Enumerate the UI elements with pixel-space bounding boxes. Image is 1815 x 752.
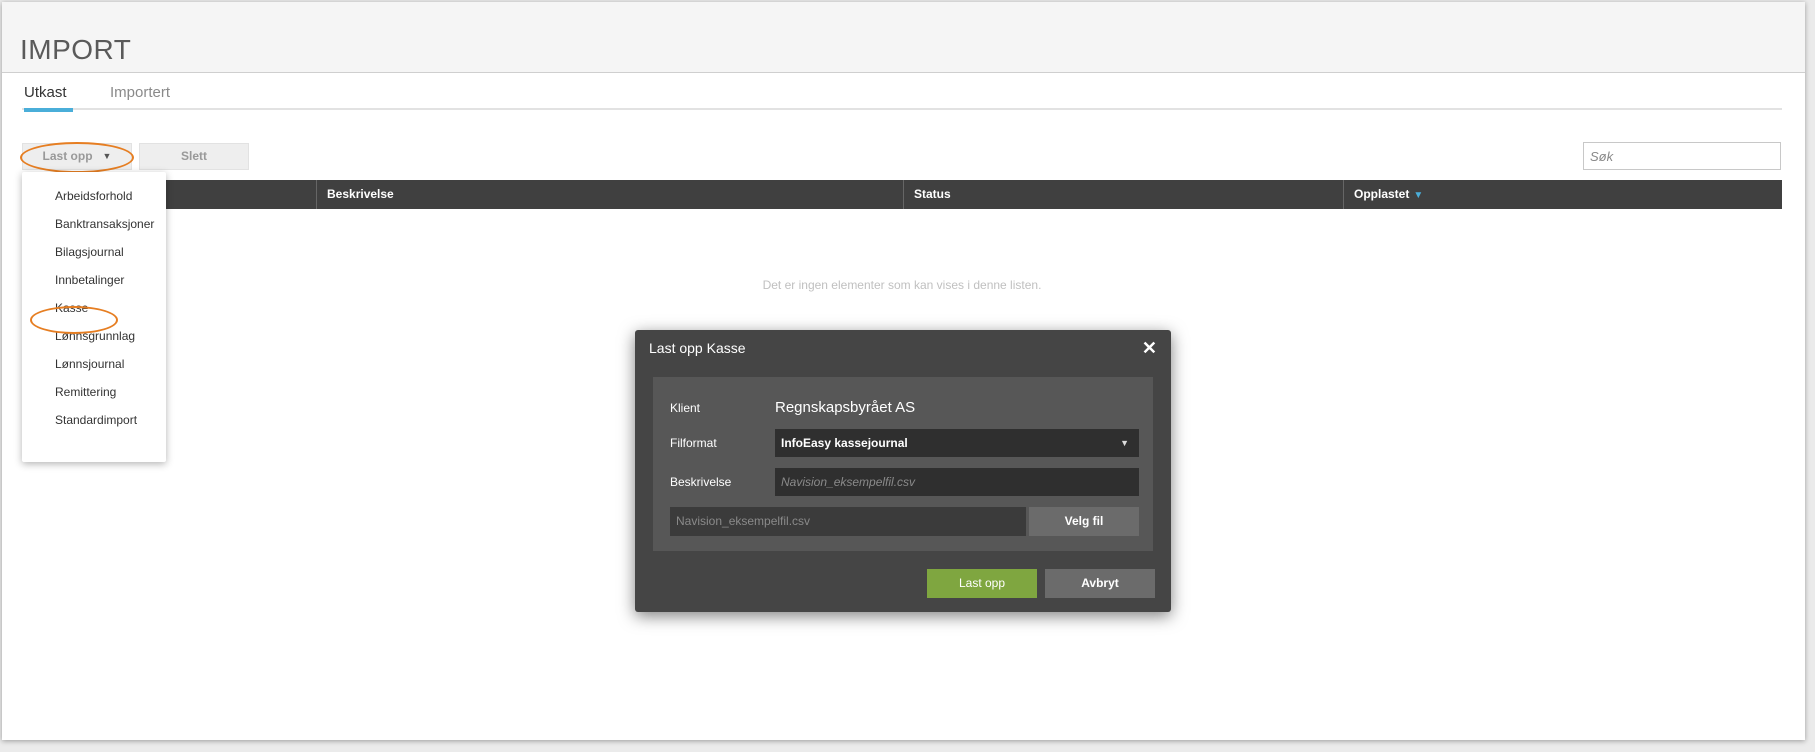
choose-file-button[interactable]: Velg fil: [1029, 507, 1139, 536]
format-select-value: InfoEasy kassejournal: [781, 436, 908, 450]
menu-item-arbeidsforhold[interactable]: Arbeidsforhold: [55, 189, 132, 203]
tab-importert[interactable]: Importert: [110, 84, 170, 101]
column-header-uploaded-label: Opplastet: [1354, 187, 1410, 201]
menu-item-banktransaksjoner[interactable]: Banktransaksjoner: [55, 217, 154, 231]
menu-item-lonnsgrunnlag[interactable]: Lønnsgrunnlag: [55, 329, 135, 343]
caret-down-icon: ▼: [102, 151, 112, 161]
menu-item-kasse[interactable]: Kasse: [55, 301, 88, 315]
header-band: [2, 2, 1805, 73]
column-header-status[interactable]: Status: [903, 180, 1343, 209]
cancel-button[interactable]: Avbryt: [1045, 569, 1155, 598]
app-window: IMPORT Utkast Importert Last opp ▼ Slett …: [2, 2, 1805, 740]
search-input[interactable]: [1583, 142, 1781, 170]
tab-utkast[interactable]: Utkast: [24, 84, 72, 112]
client-label: Klient: [670, 401, 701, 415]
file-name-field: Navision_eksempelfil.csv: [670, 507, 1026, 536]
dialog-title: Last opp Kasse: [649, 340, 746, 356]
client-value: Regnskapsbyrået AS: [775, 399, 916, 416]
close-icon[interactable]: ✕: [1142, 338, 1157, 359]
column-header-uploaded[interactable]: Opplastet ▼: [1343, 180, 1782, 209]
confirm-upload-button[interactable]: Last opp: [927, 569, 1037, 598]
upload-button-label: Last opp: [42, 149, 93, 163]
description-input[interactable]: [775, 468, 1139, 496]
upload-button[interactable]: Last opp ▼: [22, 143, 132, 170]
empty-list-message: Det er ingen elementer som kan vises i d…: [762, 278, 1042, 292]
menu-item-innbetalinger[interactable]: Innbetalinger: [55, 273, 124, 287]
description-label: Beskrivelse: [670, 475, 732, 489]
delete-button[interactable]: Slett: [139, 143, 249, 170]
upload-type-menu: Arbeidsforhold Banktransaksjoner Bilagsj…: [22, 172, 166, 462]
menu-item-bilagsjournal[interactable]: Bilagsjournal: [55, 245, 124, 259]
menu-item-lonnsjournal[interactable]: Lønnsjournal: [55, 357, 124, 371]
menu-item-standardimport[interactable]: Standardimport: [55, 413, 137, 427]
caret-down-icon: ▼: [1120, 438, 1129, 448]
page-title: IMPORT: [20, 34, 132, 65]
format-select[interactable]: InfoEasy kassejournal ▼: [775, 429, 1139, 457]
sort-down-icon: ▼: [1413, 190, 1424, 201]
dialog-body: Klient Regnskapsbyrået AS Filformat Info…: [653, 377, 1153, 551]
table-header: Beskrivelse Status Opplastet ▼: [22, 180, 1782, 209]
format-label: Filformat: [670, 436, 717, 450]
column-header-description[interactable]: Beskrivelse: [316, 180, 903, 209]
upload-dialog: Last opp Kasse ✕ Klient Regnskapsbyrået …: [635, 330, 1171, 612]
tab-bar: Utkast Importert: [22, 78, 1782, 112]
menu-item-remittering[interactable]: Remittering: [55, 385, 116, 399]
